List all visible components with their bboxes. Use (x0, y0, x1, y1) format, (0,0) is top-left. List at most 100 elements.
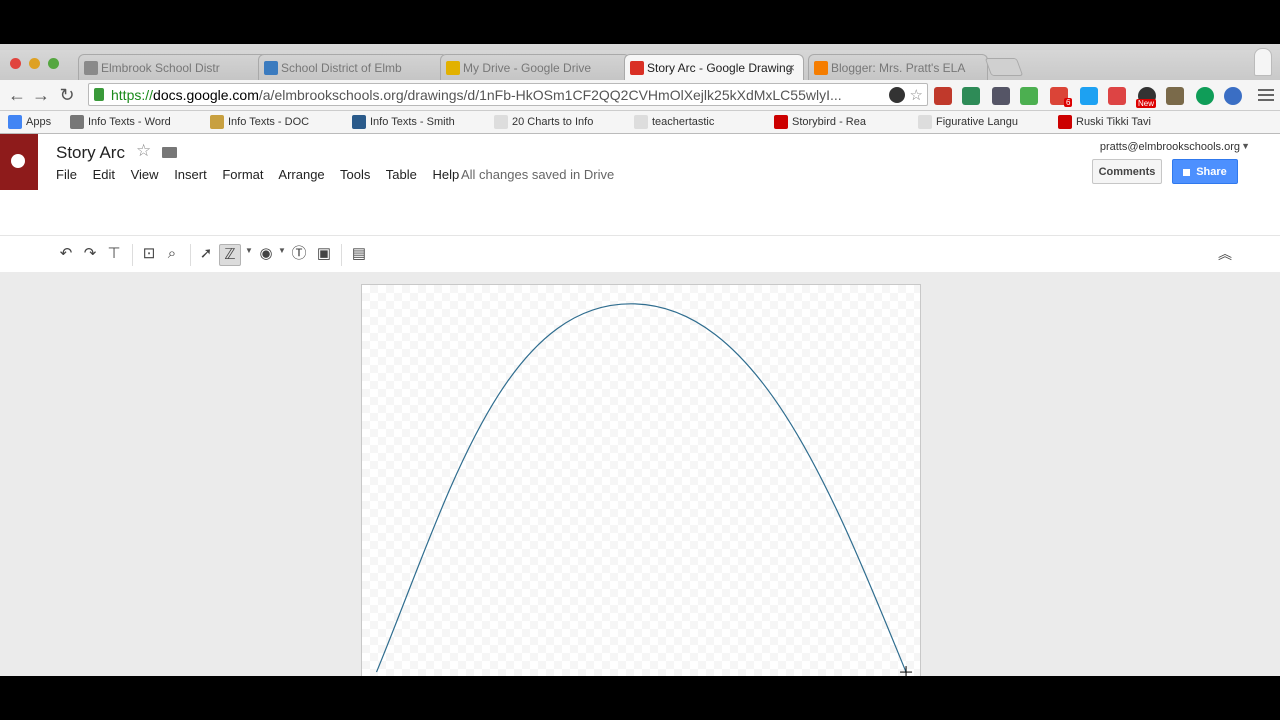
bookmark-item[interactable]: Storybird - Rea (774, 114, 866, 130)
menu-help[interactable]: Help (433, 167, 460, 182)
address-bar[interactable]: https://docs.google.com/a/elmbrookschool… (88, 83, 928, 106)
bookmark-item[interactable]: Figurative Langu (918, 114, 1018, 130)
star-icon[interactable]: ☆ (136, 141, 151, 161)
extension-icon[interactable] (1020, 87, 1038, 105)
toolbar-divider (132, 244, 133, 266)
story-arc-curve[interactable] (375, 303, 907, 673)
toolbar-divider (190, 244, 191, 266)
image-icon[interactable]: ▣ (314, 244, 334, 264)
extension-icon[interactable] (1166, 87, 1184, 105)
bookmark-icon (634, 115, 648, 129)
shape-dropdown-icon[interactable]: ▼ (278, 246, 286, 255)
tab-favicon-icon (84, 61, 98, 75)
tab-elmbrook[interactable]: Elmbrook School Distr (78, 54, 268, 80)
extension-icon[interactable] (992, 87, 1010, 105)
browser-window: Elmbrook School Distr School District of… (0, 44, 1280, 676)
zoom-fit-icon[interactable]: ⊡ (139, 244, 159, 264)
menu-view[interactable]: View (131, 167, 159, 182)
comment-icon[interactable]: ▤ (349, 244, 369, 264)
extension-icon[interactable] (962, 87, 980, 105)
line-tool-icon[interactable]: ℤ (219, 244, 241, 266)
lock-icon (94, 88, 104, 101)
new-badge: New (1136, 99, 1157, 108)
chrome-menu-icon[interactable] (1258, 86, 1274, 102)
menu-arrange[interactable]: Arrange (278, 167, 324, 182)
youtube-icon (774, 115, 788, 129)
notification-badge: 6 (1064, 98, 1073, 107)
menu-tools[interactable]: Tools (340, 167, 370, 182)
bookmarks-bar: Apps Info Texts - Word Info Texts - DOC … (0, 111, 1280, 134)
folder-icon[interactable] (162, 147, 177, 158)
drive-icon (446, 61, 460, 75)
tab-my-drive[interactable]: My Drive - Google Drive (440, 54, 630, 80)
bookmark-item[interactable]: teachertastic (634, 114, 714, 130)
drawing-canvas[interactable] (361, 284, 921, 676)
document-title[interactable]: Story Arc (56, 143, 125, 163)
zoom-icon[interactable]: ⌕ (162, 244, 182, 264)
blogger-icon (814, 61, 828, 75)
extension-icon[interactable] (1196, 87, 1214, 105)
bookmark-icon (70, 115, 84, 129)
bookmark-item[interactable]: Apps (8, 114, 51, 130)
cloud-icon[interactable] (1224, 87, 1242, 105)
account-email[interactable]: pratts@elmbrookschools.org (1100, 141, 1240, 153)
google-drawings-app: Story Arc ☆ File Edit View Insert Format… (0, 134, 1280, 676)
select-icon[interactable]: ➚ (196, 244, 216, 264)
share-button[interactable]: Share (1172, 159, 1238, 184)
collapse-icon[interactable]: ︽ (1218, 244, 1232, 264)
bookmark-icon (210, 115, 224, 129)
new-tab-button[interactable] (984, 58, 1024, 76)
crosshair-cursor-icon (900, 666, 913, 676)
redo-icon[interactable]: ↷ (80, 244, 100, 264)
menu-file[interactable]: File (56, 167, 77, 182)
profile-avatar[interactable] (1254, 48, 1272, 76)
window-maximize-button[interactable] (48, 58, 59, 69)
window-close-button[interactable] (10, 58, 21, 69)
extension-icon[interactable] (1108, 87, 1126, 105)
lock-icon (1183, 168, 1191, 176)
drawing-toolbar: ↶ ↷ ⊤ ⊡ ⌕ ➚ ℤ ▼ ◉ ▼ Ⓣ ▣ ▤ ︽ (0, 235, 1280, 273)
twitter-icon[interactable] (1080, 87, 1098, 105)
bookmark-item[interactable]: Info Texts - Smith (352, 114, 455, 130)
back-icon[interactable]: ← (6, 84, 28, 106)
shape-icon[interactable]: ◉ (256, 244, 276, 264)
tab-close-icon[interactable]: × (787, 55, 795, 80)
menu-table[interactable]: Table (386, 167, 417, 182)
extension-icon[interactable] (934, 87, 952, 105)
apps-icon (8, 115, 22, 129)
line-dropdown-icon[interactable]: ▼ (245, 246, 253, 255)
drawings-icon (630, 61, 644, 75)
bookmark-item[interactable]: 20 Charts to Info (494, 114, 593, 130)
page-action-icon[interactable] (889, 87, 905, 103)
window-minimize-button[interactable] (29, 58, 40, 69)
menu-bar: File Edit View Insert Format Arrange Too… (56, 167, 471, 182)
bookmark-icon (918, 115, 932, 129)
bookmark-icon (494, 115, 508, 129)
tab-school-district[interactable]: School District of Elmb (258, 54, 448, 80)
menu-insert[interactable]: Insert (174, 167, 207, 182)
reload-icon[interactable]: ↻ (56, 84, 78, 106)
textbox-icon[interactable]: Ⓣ (289, 244, 309, 264)
drawing-svg (375, 303, 913, 676)
canvas-area (0, 272, 1280, 676)
menu-edit[interactable]: Edit (93, 167, 115, 182)
undo-icon[interactable]: ↶ (56, 244, 76, 264)
tab-strip: Elmbrook School Distr School District of… (0, 44, 1280, 80)
bookmark-icon (352, 115, 366, 129)
account-dropdown-icon[interactable]: ▼ (1241, 141, 1250, 151)
toolbar-divider (341, 244, 342, 266)
bookmark-item[interactable]: Info Texts - Word (70, 114, 171, 130)
drawings-logo-icon[interactable] (0, 134, 38, 190)
youtube-icon (1058, 115, 1072, 129)
browser-toolbar: ← → ↻ https://docs.google.com/a/elmbrook… (0, 80, 1280, 111)
tab-story-arc[interactable]: Story Arc - Google Drawing × (624, 54, 804, 80)
bookmark-item[interactable]: Ruski Tikki Tavi (1058, 114, 1151, 130)
bookmark-item[interactable]: Info Texts - DOC (210, 114, 309, 130)
tab-blogger[interactable]: Blogger: Mrs. Pratt's ELA (808, 54, 988, 80)
forward-icon[interactable]: → (30, 84, 52, 106)
comments-button[interactable]: Comments (1092, 159, 1162, 184)
bookmark-star-icon[interactable]: ☆ (910, 84, 923, 105)
paint-format-icon[interactable]: ⊤ (104, 244, 124, 264)
save-status[interactable]: All changes saved in Drive (461, 167, 614, 182)
menu-format[interactable]: Format (222, 167, 263, 182)
